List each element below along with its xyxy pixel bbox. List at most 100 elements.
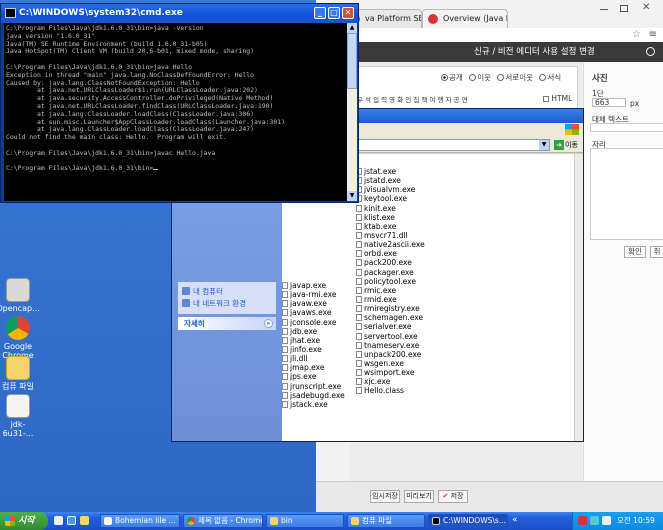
details-header[interactable]: 자세히 » [178,317,276,330]
file-icon [282,345,288,353]
chevron-down-icon[interactable]: ▼ [539,140,549,150]
chevron-down-icon[interactable]: » [264,319,273,328]
file-item[interactable]: Hello.class [356,386,425,395]
html-checkbox[interactable] [543,96,549,102]
confirm-button[interactable]: 확인 [624,246,646,258]
file-item[interactable]: native2ascii.exe [356,240,425,249]
html-toggle[interactable]: HTML [543,94,572,103]
post-toolbar[interactable]: 우 석 입 력 영 화 인 집 책 여 행 지 공 연 [357,94,468,104]
cmd-scrollbar[interactable]: ▲ ▼ [347,23,357,201]
tray-icon-2[interactable] [590,516,599,525]
link-my-computer[interactable]: 내 컴퓨터 [182,286,223,297]
save-button[interactable]: ✔ 저장 [438,490,468,503]
radio-form[interactable] [539,74,547,81]
task-bohemian[interactable]: Bohemian lile ... [100,514,180,528]
file-item[interactable]: wsimport.exe [356,368,425,377]
task-chrome[interactable]: 제목 없음 - Chrome [183,514,263,528]
radio-mutual[interactable] [497,74,505,81]
file-item[interactable]: java-rmi.exe [282,290,345,299]
position-box[interactable] [590,148,663,240]
explorer-scrollbar[interactable] [574,154,583,441]
star-icon[interactable]: ☆ [632,29,641,40]
close-icon[interactable]: ✕ [642,2,650,13]
quicklaunch-desktop-icon[interactable] [54,516,63,525]
desktop-icon-jdk[interactable]: jdk-6u31-... [0,394,40,438]
scroll-thumb[interactable] [347,33,357,89]
preview-button[interactable]: 미리보기 [404,490,434,503]
task-bin-folder[interactable]: bin [266,514,344,528]
radio-public[interactable] [441,74,448,81]
tab-overview[interactable]: Overview (Java Platform [422,9,508,28]
file-item[interactable]: keytool.exe [356,194,425,203]
menu-icon[interactable]: ≡ [649,29,657,40]
file-item[interactable]: policytool.exe [356,277,425,286]
minimize-icon[interactable] [600,9,608,10]
file-item[interactable]: jstack.exe [282,400,345,409]
file-item[interactable]: jinfo.exe [282,345,345,354]
file-item[interactable]: orbd.exe [356,249,425,258]
file-item[interactable]: jps.exe [282,372,345,381]
file-item[interactable]: javaw.exe [282,299,345,308]
quicklaunch-folder-icon[interactable] [80,516,89,525]
file-item[interactable]: tnameserv.exe [356,341,425,350]
file-item[interactable]: ktab.exe [356,222,425,231]
file-item[interactable]: packager.exe [356,268,425,277]
file-item[interactable]: jstat.exe [356,167,425,176]
file-item[interactable]: wsgen.exe [356,359,425,368]
cmd-titlebar[interactable]: C:\WINDOWS\system32\cmd.exe [1,4,358,23]
task-cmd[interactable]: C:\WINDOWS\s... [428,514,508,528]
file-item[interactable]: servertool.exe [356,332,425,341]
desktop-icon-chrome[interactable]: Google Chrome [0,316,40,360]
file-item[interactable]: schemagen.exe [356,313,425,322]
file-item[interactable]: klist.exe [356,213,425,222]
file-item[interactable]: javaws.exe [282,308,345,317]
file-item[interactable]: jconsole.exe [282,318,345,327]
cmd-console[interactable]: C:\Program Files\Java\jdk1.6.0_31\bin>ja… [4,23,347,201]
maximize-button[interactable]: □ [328,7,340,19]
chevron-left-icon[interactable]: « [512,515,518,525]
start-button[interactable]: 시작 [0,512,48,530]
go-button[interactable]: ➜ 이동 [554,139,580,151]
quicklaunch-ie-icon[interactable] [67,516,76,525]
scroll-down-icon[interactable]: ▼ [347,191,357,201]
clock[interactable]: 오전 10:59 [617,512,655,530]
file-item[interactable]: jmap.exe [282,363,345,372]
file-name: jli.dll [290,354,308,364]
scroll-up-icon[interactable]: ▲ [347,23,357,33]
file-name: jstatd.exe [364,176,401,186]
link-network[interactable]: 내 네트워크 환경 [182,298,246,309]
tray-icon-1[interactable] [578,516,587,525]
temp-save-button[interactable]: 임시저장 [370,490,400,503]
header-text[interactable]: 신규 / 비전 에디터 사용 설정 변경 [474,42,595,62]
desktop-icon-folder[interactable]: 컴퓨 파일 [0,356,40,391]
file-item[interactable]: jhat.exe [282,336,345,345]
panel-title: 사진 [592,74,608,84]
file-item[interactable]: rmid.exe [356,295,425,304]
minimize-button[interactable]: _ [314,7,326,19]
task-desktop-folder[interactable]: 컴퓨 파일 [347,514,425,528]
file-item[interactable]: jrunscript.exe [282,382,345,391]
file-item[interactable]: jsadebugd.exe [282,391,345,400]
alt-text-input[interactable] [590,123,663,132]
file-item[interactable]: msvcr71.dll [356,231,425,240]
desktop-icon-opencap[interactable]: Opencap... [0,278,40,313]
volume-icon[interactable] [602,516,611,525]
maximize-icon[interactable] [620,5,628,12]
radio-neighbor[interactable] [469,74,477,81]
file-item[interactable]: jli.dll [282,354,345,363]
file-item[interactable]: jvisualvm.exe [356,185,425,194]
file-item[interactable]: kinit.exe [356,204,425,213]
file-item[interactable]: serialver.exe [356,322,425,331]
close-button[interactable]: ✕ [342,7,354,19]
file-item[interactable]: unpack200.exe [356,350,425,359]
file-item[interactable]: rmic.exe [356,286,425,295]
settings-icon[interactable] [646,47,655,56]
file-item[interactable]: jdb.exe [282,327,345,336]
file-item[interactable]: pack200.exe [356,258,425,267]
file-item[interactable]: javap.exe [282,281,345,290]
file-item[interactable]: xjc.exe [356,377,425,386]
cancel-button[interactable]: 취 [650,246,663,258]
file-item[interactable]: jstatd.exe [356,176,425,185]
file-item[interactable]: rmiregistry.exe [356,304,425,313]
width-input[interactable]: 663 [592,98,626,107]
